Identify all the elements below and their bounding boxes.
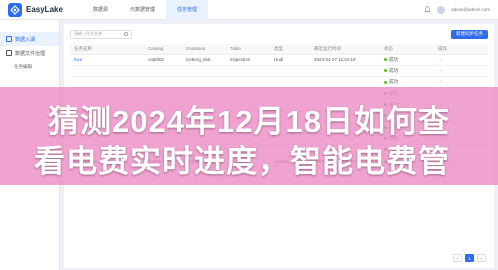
column-header[interactable]: 最近运行时间 (310, 44, 380, 55)
app-name: EasyLake (26, 5, 63, 14)
status-dot-icon (384, 80, 387, 84)
search-input[interactable]: 请输入任务名称 (70, 29, 132, 39)
nav-item-tasks[interactable]: 任务管理 (166, 0, 209, 20)
row-actions-button[interactable]: ⋯ (434, 65, 488, 78)
column-header[interactable]: Table (226, 44, 270, 55)
sidebar-item-data-ingest[interactable]: 数据入湖 (0, 32, 59, 46)
table-cell: iceberg_test (182, 54, 226, 66)
user-area: admin@admin.com (424, 5, 498, 14)
sidebar-subitem-task-edit[interactable]: 任务编辑 (0, 60, 59, 73)
status-dot-icon (384, 57, 387, 61)
table-cell (226, 65, 270, 78)
table-cell (144, 65, 182, 78)
user-name[interactable]: admin@admin.com (451, 7, 490, 12)
table-cell (270, 65, 310, 78)
top-bar: EasyLake 数据源 元数据管理 任务管理 admin@admin.com (0, 0, 498, 20)
column-header[interactable]: 任务名称 (70, 44, 144, 55)
column-header[interactable]: 操作 (434, 44, 488, 55)
column-header[interactable]: Database (182, 44, 226, 55)
sidebar-item-label: 数据入湖 (15, 36, 36, 43)
avatar[interactable] (437, 5, 446, 14)
folder-icon (6, 50, 12, 56)
table-cell: Hudi (270, 54, 310, 66)
search-placeholder: 请输入任务名称 (74, 31, 102, 36)
banner-headline-line-2: 看电费实时进度，智能电费管 (34, 144, 450, 179)
bell-icon[interactable] (424, 6, 431, 13)
status-badge: 成功 (380, 54, 434, 66)
column-header[interactable]: 类型 (270, 44, 310, 55)
sidebar-item-file-governance[interactable]: 数据文件治理 (0, 46, 59, 60)
table-cell (182, 65, 226, 78)
task-name-link[interactable]: hive (70, 54, 144, 66)
banner-headline-line-1: 猜测2024年12月18日如何查 (48, 104, 450, 139)
table-cell (310, 65, 380, 78)
status-label: 成功 (389, 79, 398, 85)
task-name-link[interactable] (70, 65, 144, 78)
app-logo[interactable]: EasyLake (0, 2, 70, 17)
pagination: ‹ 1 › (453, 254, 486, 262)
nav-item-datasource[interactable]: 数据源 (82, 0, 119, 20)
search-icon (124, 32, 128, 36)
table-header-row: 任务名称 Catalog Database Table 类型 最近运行时间 状态… (70, 44, 488, 55)
sidebar-item-label: 数据文件治理 (15, 50, 46, 57)
status-label: 成功 (389, 56, 398, 62)
table-row[interactable]: hive cat0002 iceberg_test inspection Hudi 202… (70, 54, 488, 66)
toolbar: 请输入任务名称 新建同步任务 (64, 24, 494, 44)
table-cell: inspection (226, 54, 270, 66)
table-cell: 2023-04-27 11:01:19 (310, 54, 380, 66)
table-cell: cat0002 (144, 54, 182, 66)
table-row[interactable]: 成功 ⋯ (70, 65, 488, 78)
top-nav: 数据源 元数据管理 任务管理 (82, 0, 209, 20)
column-header[interactable]: Catalog (144, 44, 182, 55)
nav-item-metadata[interactable]: 元数据管理 (119, 0, 166, 20)
page-1-button[interactable]: 1 (465, 254, 474, 262)
next-page-button[interactable]: › (477, 254, 486, 262)
database-icon (6, 36, 12, 42)
status-label: 成功 (389, 67, 398, 73)
row-actions-button[interactable]: ⋯ (434, 54, 488, 66)
status-dot-icon (384, 69, 387, 73)
column-header[interactable]: 状态 (380, 44, 434, 55)
easylake-logo-icon (8, 2, 22, 17)
overlay-banner: 猜测2024年12月18日如何查 看电费实时进度，智能电费管 (0, 87, 498, 185)
prev-page-button[interactable]: ‹ (453, 254, 462, 262)
new-sync-task-button[interactable]: 新建同步任务 (451, 29, 488, 39)
status-badge: 成功 (380, 65, 434, 78)
